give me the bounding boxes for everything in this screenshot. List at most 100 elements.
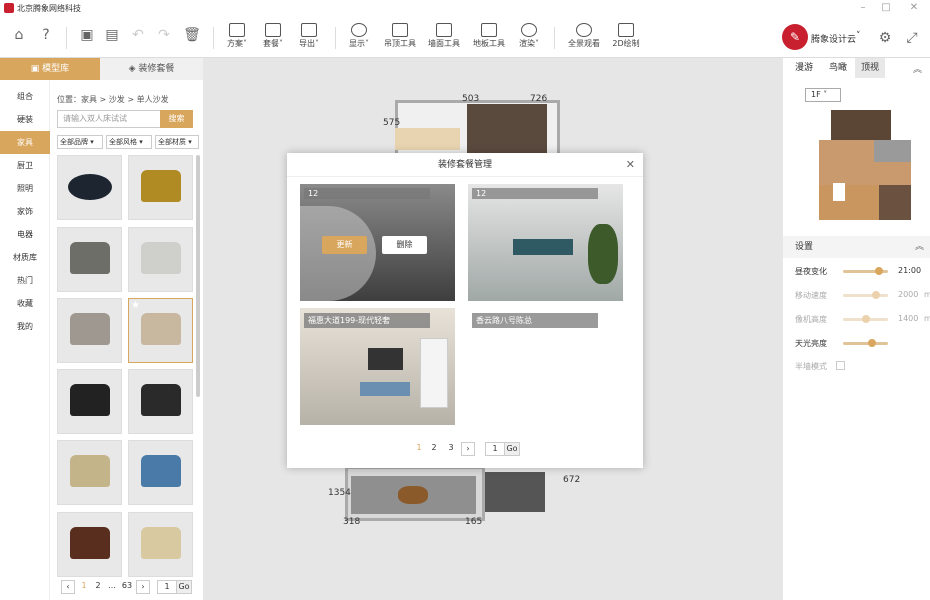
- draw-2d-button[interactable]: 2D绘制: [608, 21, 644, 55]
- page-link[interactable]: 1: [413, 442, 425, 456]
- close-window-button[interactable]: ✕: [907, 2, 921, 14]
- tab-walkthrough[interactable]: 漫游: [789, 58, 819, 78]
- category-item[interactable]: 我的: [0, 315, 50, 338]
- model-thumbnail-selected[interactable]: ★: [128, 298, 193, 363]
- delete-icon[interactable]: 🗑: [181, 24, 203, 46]
- category-item-active[interactable]: 家具: [0, 131, 50, 154]
- model-thumbnail[interactable]: [128, 227, 193, 292]
- page-link[interactable]: 3: [445, 442, 457, 456]
- category-item[interactable]: 电器: [0, 223, 50, 246]
- page-link[interactable]: 1: [77, 580, 91, 594]
- next-page-button[interactable]: ›: [136, 580, 150, 594]
- go-button[interactable]: Go: [176, 580, 192, 594]
- thumbnail-scrollbar[interactable]: [196, 155, 200, 397]
- model-thumbnail[interactable]: [57, 298, 122, 363]
- floor-tool-button[interactable]: 地板工具: [469, 21, 509, 55]
- slider-knob[interactable]: [875, 267, 883, 275]
- day-night-slider[interactable]: [843, 267, 888, 275]
- model-thumbnail[interactable]: [128, 512, 193, 577]
- model-thumbnail[interactable]: [128, 155, 193, 220]
- package-card[interactable]: 12 更新 删除: [300, 184, 455, 301]
- material-filter-select[interactable]: 全部材质 ▾: [155, 135, 199, 149]
- furniture-shape: [485, 472, 545, 512]
- package-card[interactable]: 12: [468, 184, 623, 301]
- ceiling-tool-button[interactable]: 吊顶工具: [380, 21, 420, 55]
- tab-decoration-package[interactable]: ◈ 装修套餐: [100, 58, 203, 80]
- minimap-marker: [833, 183, 845, 201]
- move-speed-slider[interactable]: [843, 291, 888, 299]
- model-thumbnail[interactable]: [57, 227, 122, 292]
- style-filter-select[interactable]: 全部风格 ▾: [106, 135, 152, 149]
- maximize-button[interactable]: □: [879, 2, 893, 14]
- model-thumbnail[interactable]: [57, 512, 122, 577]
- search-button[interactable]: 搜索: [160, 110, 193, 128]
- category-item[interactable]: 家饰: [0, 200, 50, 223]
- category-item[interactable]: 收藏: [0, 292, 50, 315]
- model-thumbnail[interactable]: [128, 369, 193, 434]
- fullscreen-icon[interactable]: ⤢: [901, 27, 923, 49]
- save-as-icon[interactable]: ▤: [101, 24, 123, 46]
- category-item[interactable]: 照明: [0, 177, 50, 200]
- gear-icon[interactable]: ⚙: [874, 27, 896, 49]
- category-item[interactable]: 组合: [0, 85, 50, 108]
- dimension-label: 672: [563, 475, 581, 485]
- page-link[interactable]: 63: [119, 580, 135, 594]
- model-thumbnail[interactable]: [57, 155, 122, 220]
- minimap-floorplan[interactable]: [819, 105, 911, 235]
- delete-button[interactable]: 删除: [382, 236, 427, 254]
- page-input[interactable]: 1: [485, 442, 505, 456]
- model-thumbnail[interactable]: [128, 440, 193, 505]
- category-item[interactable]: 材质库: [0, 246, 50, 269]
- wall-panel-shape: [395, 128, 460, 150]
- panorama-button[interactable]: 全景观看: [563, 21, 605, 55]
- page-link[interactable]: 2: [428, 442, 440, 456]
- sky-brightness-slider[interactable]: [843, 339, 888, 347]
- dialog-title: 装修套餐管理: [287, 153, 643, 177]
- redo-icon[interactable]: ↷: [153, 24, 175, 46]
- search-input[interactable]: 请输入双人床试试: [57, 110, 161, 128]
- display-menu[interactable]: 显示˅: [344, 21, 374, 55]
- tab-aerial[interactable]: 鸟瞰: [823, 58, 853, 78]
- render-menu[interactable]: 渲染˅: [514, 21, 544, 55]
- package-menu[interactable]: 套餐˅: [258, 21, 288, 55]
- export-menu[interactable]: 导出˅: [294, 21, 324, 55]
- minimize-button[interactable]: –: [856, 2, 870, 14]
- category-item[interactable]: 硬装: [0, 108, 50, 131]
- save-icon[interactable]: ▣: [76, 24, 98, 46]
- help-icon[interactable]: ?: [35, 24, 57, 46]
- undo-icon[interactable]: ↶: [127, 24, 149, 46]
- image-count-badge: 12: [472, 188, 598, 199]
- model-thumbnail[interactable]: [57, 369, 122, 434]
- close-icon[interactable]: ✕: [626, 158, 635, 171]
- slider-knob[interactable]: [862, 315, 870, 323]
- category-item[interactable]: 热门: [0, 269, 50, 292]
- camera-height-slider[interactable]: [843, 315, 888, 323]
- package-card[interactable]: 香云路八号陈总: [468, 308, 623, 328]
- collapse-up-icon[interactable]: ︽: [913, 62, 922, 75]
- update-button[interactable]: 更新: [322, 236, 367, 254]
- page-input[interactable]: 1: [157, 580, 177, 594]
- collapse-up-icon[interactable]: ︽: [915, 236, 924, 258]
- package-icon: [265, 23, 281, 37]
- wall-tool-button[interactable]: 墙面工具: [424, 21, 464, 55]
- plan-menu[interactable]: 方案˅: [222, 21, 252, 55]
- next-page-button[interactable]: ›: [461, 442, 475, 456]
- go-button[interactable]: Go: [504, 442, 520, 456]
- category-item[interactable]: 厨卫: [0, 154, 50, 177]
- floor-select[interactable]: 1F ˅: [805, 88, 841, 102]
- minimap-room: [874, 140, 911, 162]
- home-icon[interactable]: ⌂: [8, 24, 30, 46]
- minimap-room: [819, 185, 879, 220]
- tab-top-view[interactable]: 顶视: [855, 58, 885, 78]
- tab-model-library[interactable]: ▣ 模型库: [0, 58, 100, 80]
- settings-header[interactable]: 设置 ︽: [783, 236, 930, 258]
- page-link[interactable]: 2: [91, 580, 105, 594]
- package-card[interactable]: 福惠大道199-现代轻奢: [300, 308, 455, 425]
- star-icon: ★: [131, 300, 140, 311]
- brand-filter-select[interactable]: 全部品牌 ▾: [57, 135, 103, 149]
- half-wall-checkbox[interactable]: [836, 361, 845, 370]
- prev-page-button[interactable]: ‹: [61, 580, 75, 594]
- slider-knob[interactable]: [872, 291, 880, 299]
- model-thumbnail[interactable]: [57, 440, 122, 505]
- slider-knob[interactable]: [868, 339, 876, 347]
